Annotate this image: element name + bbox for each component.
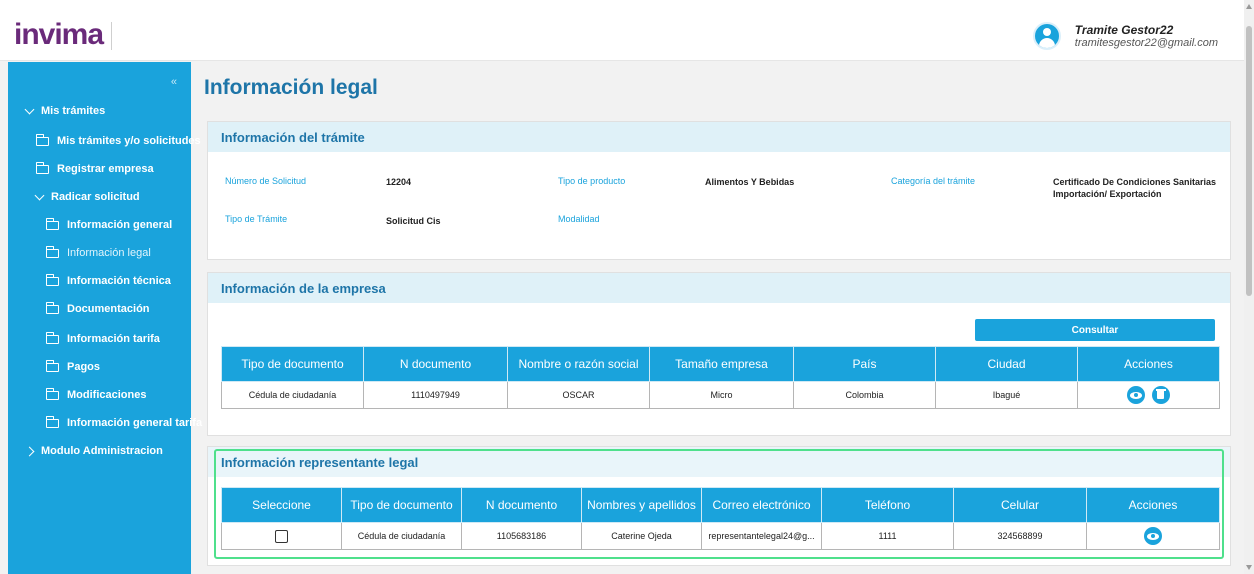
sidebar-item-informacion-general[interactable]: Información general: [8, 212, 229, 238]
categoria-tramite-label: Categoría del trámite: [891, 176, 976, 186]
folder-icon: [45, 217, 59, 230]
sidebar: « Mis trámites Mis trámites y/o solicitu…: [8, 62, 202, 574]
tipo-tramite-value: Solicitud Cis: [386, 216, 441, 226]
sidebar-item-informacion-tarifa[interactable]: Información tarifa: [8, 326, 229, 352]
sidebar-item-informacion-general-tarifa[interactable]: Información general tarifa: [8, 410, 229, 436]
column-header: Tipo de documento: [221, 346, 364, 382]
cell-pais: Colombia: [793, 381, 936, 409]
chevron-right-icon: [24, 446, 35, 456]
numero-solicitud-value: 12204: [386, 177, 412, 187]
folder-icon: [45, 331, 59, 344]
cell-tipo-documento: Cédula de ciudadanía: [221, 381, 364, 409]
column-header: País: [793, 346, 936, 382]
folder-icon: [35, 133, 49, 146]
page-scrollbar[interactable]: [1244, 0, 1254, 574]
cell-ciudad: Ibagué: [935, 381, 1078, 409]
user-email: tramitesgestor22@gmail.com: [1074, 36, 1218, 49]
column-header: Nombre o razón social: [507, 346, 650, 382]
sidebar-item-modificaciones[interactable]: Modificaciones: [8, 382, 229, 408]
sidebar-item-informacion-tecnica[interactable]: Información técnica: [8, 268, 229, 294]
categoria-tramite-value-line1: Certificado De Condiciones Sanitarias: [1053, 177, 1217, 187]
cell-tamano: Micro: [649, 381, 794, 409]
representante-highlight-frame: [214, 449, 1224, 559]
folder-icon: [45, 273, 59, 286]
sidebar-item-mis-solicitudes[interactable]: Mis trámites y/o solicitudes: [8, 128, 219, 154]
folder-icon: [45, 301, 59, 314]
table-row: Cédula de ciudadanía 1110497949 OSCAR Mi…: [221, 381, 1220, 409]
view-eye-icon[interactable]: [1127, 386, 1146, 404]
tramite-info-card: Información del trámite Número de Solici…: [207, 121, 1231, 260]
tipo-tramite-label: Tipo de Trámite: [225, 214, 288, 224]
chevron-down-icon: [24, 104, 35, 115]
sidebar-item-registrar-empresa[interactable]: Registrar empresa: [8, 156, 219, 182]
cell-n-documento: 1110497949: [363, 381, 508, 409]
logo-text: invima: [14, 18, 104, 51]
scroll-up-icon[interactable]: [1246, 4, 1252, 9]
sidebar-item-pagos[interactable]: Pagos: [8, 354, 229, 380]
categoria-tramite-value-line2: Importación/ Exportación: [1053, 189, 1162, 199]
folder-icon: [45, 387, 59, 400]
cell-acciones: [1077, 381, 1220, 409]
empresa-info-card: Información de la empresa Consultar Tipo…: [207, 272, 1231, 436]
folder-icon: [45, 245, 59, 258]
empresa-section-title: Información de la empresa: [208, 273, 1230, 303]
scroll-down-icon[interactable]: [1246, 565, 1252, 570]
user-name: Tramite Gestor22: [1074, 22, 1174, 37]
tipo-producto-value: Alimentos Y Bebidas: [705, 177, 795, 187]
delete-trash-icon[interactable]: [1151, 386, 1170, 404]
modalidad-label: Modalidad: [558, 214, 600, 224]
folder-icon: [35, 161, 49, 174]
column-header: Acciones: [1077, 346, 1220, 382]
empresa-table: Tipo de documento N documento Nombre o r…: [221, 346, 1220, 409]
scrollbar-thumb[interactable]: [1246, 26, 1252, 296]
sidebar-item-radicar-solicitud[interactable]: Radicar solicitud: [8, 184, 219, 210]
tipo-producto-label: Tipo de producto: [558, 176, 626, 186]
numero-solicitud-label: Número de Solicitud: [225, 176, 307, 186]
column-header: Tamaño empresa: [649, 346, 794, 382]
collapse-sidebar-icon[interactable]: «: [171, 76, 177, 88]
user-avatar-icon: [1032, 22, 1061, 50]
sidebar-item-documentacion[interactable]: Documentación: [8, 296, 229, 322]
top-header: invima Tramite Gestor22 tramitesgestor22…: [0, 0, 1244, 61]
user-profile[interactable]: Tramite Gestor22 tramitesgestor22@gmail.…: [1032, 22, 1218, 50]
sidebar-item-informacion-legal[interactable]: Información legal: [8, 240, 229, 266]
sidebar-item-modulo-administracion[interactable]: Modulo Administracion: [8, 438, 209, 464]
page-title: Información legal: [204, 76, 378, 99]
tramite-section-title: Información del trámite: [208, 122, 1230, 152]
column-header: N documento: [363, 346, 508, 382]
sidebar-item-mis-tramites[interactable]: Mis trámites: [8, 98, 209, 124]
logo-divider: [111, 22, 113, 50]
invima-logo[interactable]: invima: [14, 18, 113, 51]
folder-icon: [45, 359, 59, 372]
consultar-button[interactable]: Consultar: [975, 319, 1215, 341]
column-header: Ciudad: [935, 346, 1078, 382]
folder-icon: [45, 415, 59, 428]
cell-nombre: OSCAR: [507, 381, 650, 409]
chevron-down-icon: [34, 190, 45, 201]
